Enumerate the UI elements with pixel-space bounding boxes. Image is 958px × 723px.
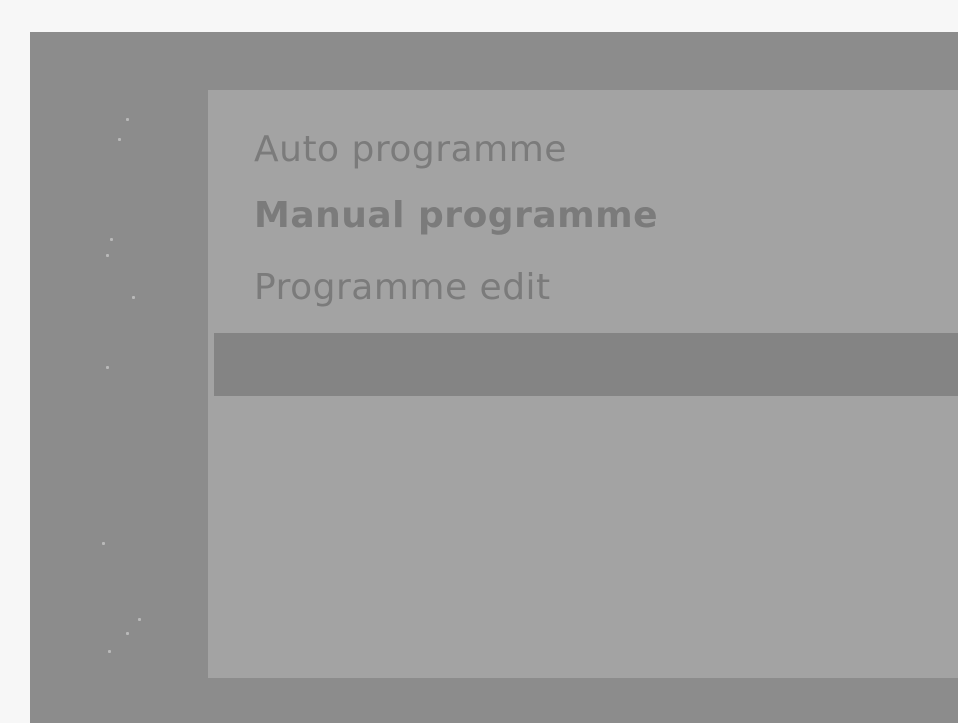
- indicator-dot: [132, 296, 135, 299]
- selection-highlight-bar[interactable]: [214, 333, 958, 396]
- tv-screen: Auto programme Manual programme Programm…: [30, 32, 958, 723]
- menu-item-manual-programme[interactable]: Manual programme: [254, 192, 658, 240]
- indicator-dot: [126, 632, 129, 635]
- indicator-dot: [126, 118, 129, 121]
- indicator-dot: [110, 238, 113, 241]
- indicator-dot: [106, 254, 109, 257]
- indicator-dot: [138, 618, 141, 621]
- sidebar-area: [30, 32, 206, 723]
- menu-item-programme-edit[interactable]: Programme edit: [254, 264, 551, 312]
- menu-item-auto-programme[interactable]: Auto programme: [254, 126, 567, 174]
- indicator-dot: [106, 366, 109, 369]
- indicator-dot: [118, 138, 121, 141]
- programme-menu: Auto programme Manual programme Programm…: [208, 90, 958, 678]
- indicator-dot: [102, 542, 105, 545]
- indicator-dot: [108, 650, 111, 653]
